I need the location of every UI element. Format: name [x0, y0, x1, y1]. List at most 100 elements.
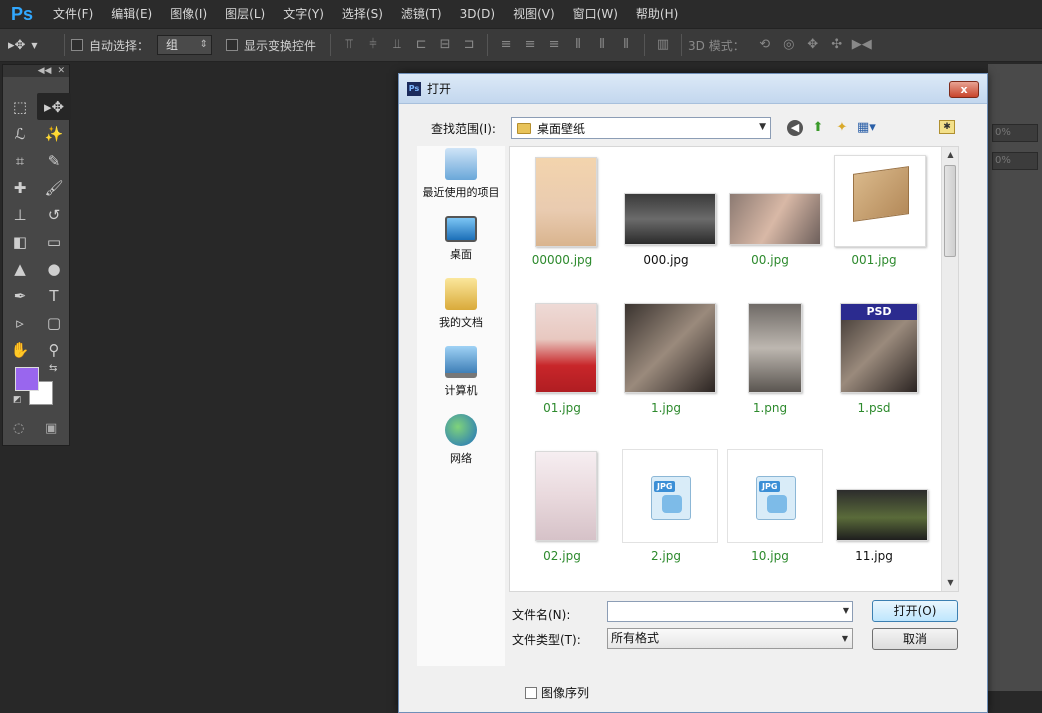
align-left-icon[interactable]: ⊏ — [412, 36, 430, 54]
magic-wand-tool-icon[interactable]: ✨ — [37, 120, 71, 147]
marquee-tool-icon[interactable]: ⬚ — [3, 93, 37, 120]
file-list: 00000.jpg 000.jpg 00.jpg 001.jpg 01.jpg … — [509, 146, 959, 592]
open-button[interactable]: 打开(O) — [872, 600, 958, 622]
brush-tool-icon[interactable]: 🖌 — [37, 174, 71, 201]
file-item[interactable]: JPG 2.jpg — [614, 449, 718, 569]
opacity-field[interactable]: 0% — [992, 124, 1038, 142]
crop-tool-icon[interactable]: ⌗ — [3, 147, 37, 174]
align-right-icon[interactable]: ⊐ — [460, 36, 478, 54]
filename-input[interactable] — [607, 601, 853, 622]
place-label: 网络 — [450, 452, 472, 465]
menu-image[interactable]: 图像(I) — [161, 0, 216, 28]
new-folder-icon[interactable]: ✦ — [833, 119, 851, 137]
eyedropper-tool-icon[interactable]: ✎ — [37, 147, 71, 174]
up-folder-icon[interactable]: ⬆ — [809, 119, 827, 137]
menu-window[interactable]: 窗口(W) — [564, 0, 627, 28]
hand-tool-icon[interactable]: ✋ — [3, 336, 37, 363]
place-recent[interactable]: 最近使用的项目 — [417, 148, 505, 200]
3d-slide-icon[interactable]: ✣ — [828, 36, 846, 54]
3d-roll-icon[interactable]: ◎ — [780, 36, 798, 54]
scroll-down-icon[interactable]: ▼ — [942, 575, 958, 591]
lookin-dropdown[interactable]: 桌面壁纸 ▼ — [511, 117, 771, 139]
menu-select[interactable]: 选择(S) — [333, 0, 392, 28]
file-item[interactable]: 01.jpg — [510, 301, 614, 421]
collapse-icon[interactable]: ◀◀ — [38, 65, 52, 77]
auto-select-checkbox[interactable] — [71, 39, 83, 51]
place-desktop[interactable]: 桌面 — [417, 216, 505, 262]
scroll-up-icon[interactable]: ▲ — [942, 147, 958, 163]
zoom-tool-icon[interactable]: ⚲ — [37, 336, 71, 363]
align-vcenter-icon[interactable]: ⫩ — [364, 36, 382, 54]
cancel-button[interactable]: 取消 — [872, 628, 958, 650]
path-selection-tool-icon[interactable]: ▹ — [3, 309, 37, 336]
type-tool-icon[interactable]: T — [37, 282, 71, 309]
file-item[interactable]: 00000.jpg — [510, 153, 614, 273]
dialog-title: 打开 — [427, 82, 452, 96]
distribute-bottom-icon[interactable]: ≡ — [545, 36, 563, 54]
quick-mask-icon[interactable]: ◌ — [13, 421, 24, 436]
file-item[interactable]: PSD 1.psd — [822, 301, 926, 421]
place-computer[interactable]: 计算机 — [417, 346, 505, 398]
3d-rotate-icon[interactable]: ⟲ — [756, 36, 774, 54]
folder-options-icon[interactable]: ✱ — [939, 120, 955, 134]
menu-type[interactable]: 文字(Y) — [274, 0, 333, 28]
distribute-right-icon[interactable]: ⦀ — [617, 36, 635, 54]
file-item[interactable]: 11.jpg — [822, 449, 928, 569]
file-item[interactable]: 000.jpg — [614, 153, 718, 273]
file-item[interactable]: 001.jpg — [822, 153, 926, 273]
menu-3d[interactable]: 3D(D) — [451, 0, 504, 28]
screen-mode-icon[interactable]: ▣ — [45, 421, 57, 436]
close-button[interactable]: x — [949, 81, 979, 98]
3d-pan-icon[interactable]: ✥ — [804, 36, 822, 54]
default-colors-icon[interactable]: ◩ — [13, 395, 22, 405]
close-icon[interactable]: ✕ — [57, 65, 65, 77]
file-item[interactable]: 1.png — [718, 301, 822, 421]
vertical-scrollbar[interactable]: ▲ ▼ — [941, 147, 958, 591]
pen-tool-icon[interactable]: ✒ — [3, 282, 37, 309]
menu-help[interactable]: 帮助(H) — [627, 0, 687, 28]
menu-layer[interactable]: 图层(L) — [216, 0, 274, 28]
align-hcenter-icon[interactable]: ⊟ — [436, 36, 454, 54]
blur-tool-icon[interactable]: ▲ — [3, 255, 37, 282]
history-brush-tool-icon[interactable]: ↺ — [37, 201, 71, 228]
menu-file[interactable]: 文件(F) — [44, 0, 102, 28]
auto-select-dropdown[interactable]: 组 — [157, 35, 213, 55]
file-item[interactable]: 1.jpg — [614, 301, 718, 421]
menu-filter[interactable]: 滤镜(T) — [392, 0, 451, 28]
file-item[interactable]: JPG 10.jpg — [718, 449, 823, 569]
jpg-file-icon: JPG — [651, 476, 691, 520]
menu-view[interactable]: 视图(V) — [504, 0, 564, 28]
align-bottom-icon[interactable]: ⫫ — [388, 36, 406, 54]
scrollbar-thumb[interactable] — [944, 165, 956, 257]
place-network[interactable]: 网络 — [417, 414, 505, 466]
move-tool-preset-picker[interactable]: ▸✥ ▼ — [8, 38, 58, 53]
move-tool-icon[interactable]: ▸✥ — [37, 93, 71, 120]
dodge-tool-icon[interactable]: ● — [37, 255, 71, 282]
healing-brush-tool-icon[interactable]: ✚ — [3, 174, 37, 201]
distribute-top-icon[interactable]: ≡ — [497, 36, 515, 54]
eraser-tool-icon[interactable]: ◧ — [3, 228, 37, 255]
auto-align-icon[interactable]: ▥ — [654, 36, 672, 54]
place-documents[interactable]: 我的文档 — [417, 278, 505, 330]
gradient-tool-icon[interactable]: ▭ — [37, 228, 71, 255]
file-item[interactable]: 00.jpg — [718, 153, 822, 273]
rectangle-tool-icon[interactable]: ▢ — [37, 309, 71, 336]
view-menu-icon[interactable]: ▦▾ — [857, 119, 876, 137]
filetype-dropdown[interactable]: 所有格式 — [607, 628, 853, 649]
image-sequence-option[interactable]: 图像序列 — [525, 684, 589, 701]
distribute-vcenter-icon[interactable]: ≡ — [521, 36, 539, 54]
file-item[interactable]: 02.jpg — [510, 449, 614, 569]
align-top-icon[interactable]: ⫪ — [340, 36, 358, 54]
image-sequence-checkbox[interactable] — [525, 686, 537, 699]
clone-stamp-tool-icon[interactable]: ⊥ — [3, 201, 37, 228]
lasso-tool-icon[interactable]: ℒ — [3, 120, 37, 147]
foreground-color-swatch[interactable] — [15, 367, 39, 391]
menu-edit[interactable]: 编辑(E) — [102, 0, 161, 28]
distribute-hcenter-icon[interactable]: ⦀ — [593, 36, 611, 54]
3d-scale-icon[interactable]: ▶◀ — [852, 36, 872, 54]
distribute-left-icon[interactable]: ⦀ — [569, 36, 587, 54]
fill-field[interactable]: 0% — [992, 152, 1038, 170]
show-transform-checkbox[interactable] — [226, 39, 239, 51]
back-icon[interactable]: ◀ — [787, 120, 803, 136]
swap-colors-icon[interactable]: ⇆ — [49, 363, 57, 374]
